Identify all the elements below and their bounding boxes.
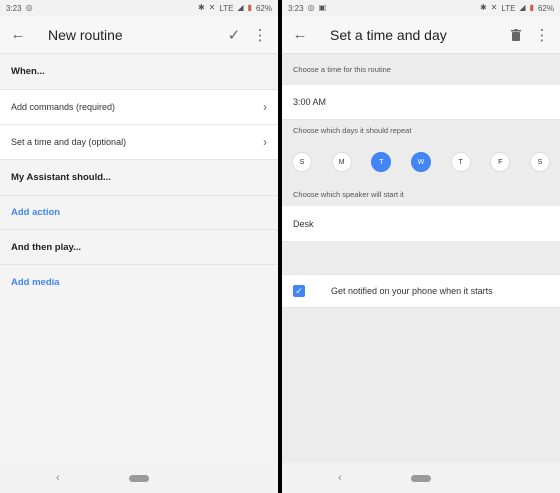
nav-bar: ‹: [0, 463, 278, 493]
app-bar: ← Set a time and day ⋮: [282, 16, 560, 54]
mute-icon: ✕: [490, 3, 498, 12]
trash-icon[interactable]: [506, 25, 526, 45]
battery-label: 62%: [255, 3, 272, 13]
time-value: 3:00 AM: [293, 97, 327, 107]
set-time-day-label: Set a time and day (optional): [11, 137, 127, 147]
day-saturday[interactable]: S: [529, 152, 550, 172]
more-vert-icon[interactable]: ⋮: [250, 25, 270, 45]
nav-back-icon[interactable]: ‹: [56, 472, 60, 484]
nav-home-button[interactable]: [411, 474, 431, 482]
add-commands-label: Add commands (required): [11, 102, 116, 112]
choose-speaker-heading: Choose which speaker will start it: [282, 183, 560, 206]
check-icon[interactable]: ✓: [224, 25, 244, 45]
assistant-should-heading: My Assistant should...: [0, 160, 278, 196]
set-time-day-row[interactable]: Set a time and day (optional) ›: [0, 125, 278, 160]
day-sunday[interactable]: S: [292, 152, 312, 172]
day-friday[interactable]: F: [490, 152, 511, 172]
add-media-link[interactable]: Add media: [0, 265, 278, 299]
signal-icon: ◢: [519, 3, 526, 12]
more-vert-icon[interactable]: ⋮: [532, 25, 552, 45]
image-icon: ▣: [318, 3, 327, 12]
battery-icon: ▮: [247, 3, 252, 12]
then-play-heading: And then play...: [0, 230, 278, 265]
set-time-day-screen: 3:23 ◎ ▣ ✱ ✕ LTE ◢ ▮ 62% ← Set a time an…: [282, 0, 560, 493]
add-action-link[interactable]: Add action: [0, 196, 278, 230]
bluetooth-icon: ✱: [479, 3, 487, 12]
chevron-right-icon: ›: [263, 100, 267, 114]
new-routine-screen: 3:23 ◎ ✱ ✕ LTE ◢ ▮ 62% ← New routine ✓ ⋮…: [0, 0, 278, 493]
bluetooth-icon: ✱: [197, 3, 205, 12]
day-tuesday[interactable]: T: [371, 152, 392, 172]
back-arrow-icon[interactable]: ←: [290, 25, 310, 45]
app-bar: ← New routine ✓ ⋮: [0, 16, 278, 54]
status-bar: 3:23 ◎ ✱ ✕ LTE ◢ ▮ 62%: [0, 0, 278, 16]
battery-icon: ▮: [529, 3, 534, 12]
sync-icon: ◎: [25, 3, 33, 12]
day-thursday[interactable]: T: [450, 152, 471, 172]
page-title: New routine: [48, 26, 123, 43]
network-label: LTE: [219, 3, 234, 13]
status-time: 3:23: [288, 3, 304, 13]
choose-time-heading: Choose a time for this routine: [282, 54, 560, 85]
spacer: [282, 242, 560, 274]
add-commands-row[interactable]: Add commands (required) ›: [0, 90, 278, 125]
sync-icon: ◎: [307, 3, 315, 12]
status-time: 3:23: [6, 3, 22, 13]
day-selector: S M T W T F S: [282, 141, 560, 183]
battery-label: 62%: [537, 3, 554, 13]
back-arrow-icon[interactable]: ←: [8, 25, 28, 45]
mute-icon: ✕: [208, 3, 216, 12]
speaker-value: Desk: [293, 218, 314, 229]
chevron-right-icon: ›: [263, 135, 267, 149]
speaker-row[interactable]: Desk: [282, 206, 560, 242]
page-title: Set a time and day: [330, 26, 447, 43]
time-day-content: Choose a time for this routine 3:00 AM C…: [282, 54, 560, 463]
notify-checkbox[interactable]: ✓: [293, 285, 305, 297]
nav-bar: ‹: [282, 463, 560, 493]
network-label: LTE: [501, 3, 516, 13]
when-heading: When...: [0, 54, 278, 90]
nav-back-icon[interactable]: ‹: [338, 472, 342, 484]
routine-content: When... Add commands (required) › Set a …: [0, 54, 278, 463]
day-wednesday[interactable]: W: [410, 152, 431, 172]
notify-row[interactable]: ✓ Get notified on your phone when it sta…: [282, 274, 560, 308]
signal-icon: ◢: [237, 3, 244, 12]
notify-label: Get notified on your phone when it start…: [331, 286, 493, 296]
nav-home-button[interactable]: [129, 474, 149, 482]
choose-days-heading: Choose which days it should repeat: [282, 120, 560, 141]
day-monday[interactable]: M: [331, 152, 352, 172]
status-bar: 3:23 ◎ ▣ ✱ ✕ LTE ◢ ▮ 62%: [282, 0, 560, 16]
time-row[interactable]: 3:00 AM: [282, 85, 560, 120]
